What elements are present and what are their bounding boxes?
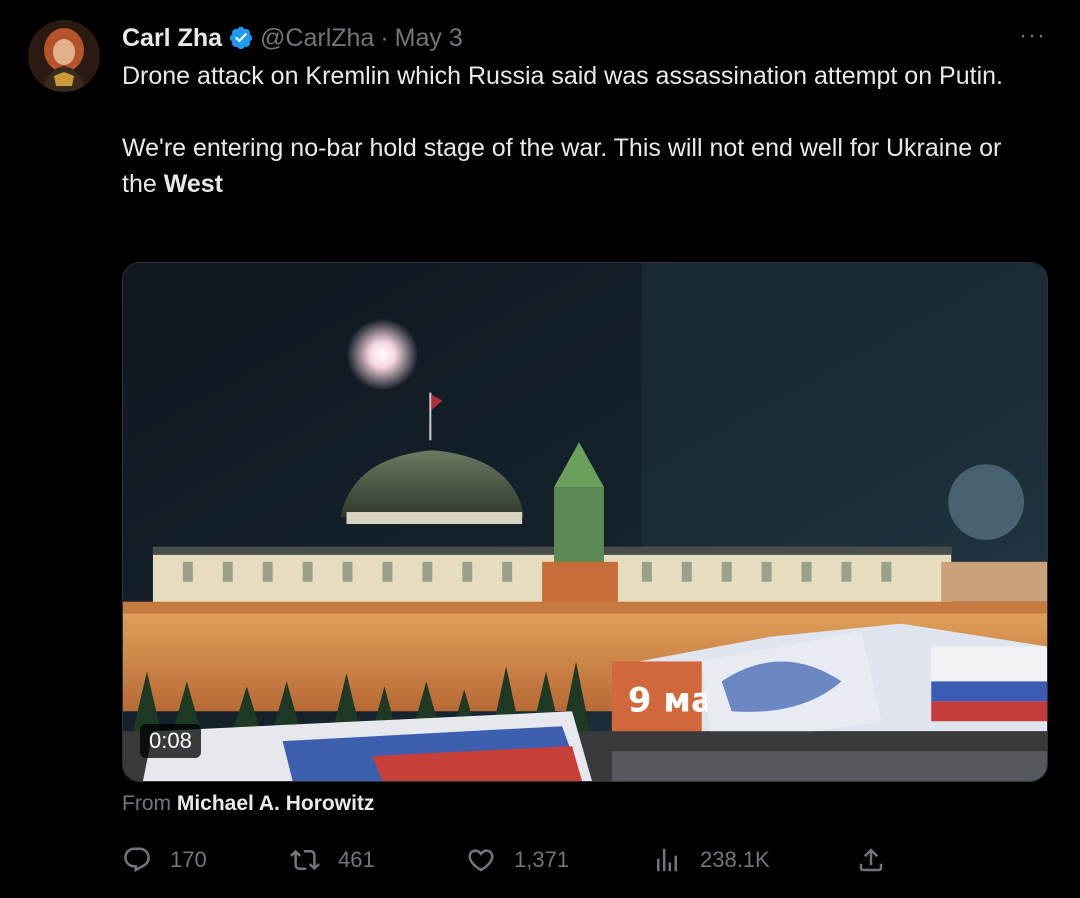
views-icon bbox=[652, 845, 682, 875]
heart-icon bbox=[466, 845, 496, 875]
tweet-date[interactable]: May 3 bbox=[395, 24, 463, 53]
tweet-text-bold-word: West bbox=[163, 170, 223, 198]
like-count: 1,371 bbox=[514, 847, 570, 872]
video-player[interactable]: 9 мая bbox=[122, 262, 1048, 782]
tweet-text: Drone attack on Kremlin which Russia sai… bbox=[122, 58, 1042, 202]
author-display-name[interactable]: Carl Zha bbox=[122, 24, 222, 53]
verified-badge-icon bbox=[228, 25, 254, 51]
tweet-header: Carl Zha @CarlZha · May 3 bbox=[122, 22, 463, 54]
video-thumbnail: 9 мая bbox=[123, 263, 1047, 781]
tweet-text-line-2-prefix: We're entering no-bar hold stage of the … bbox=[122, 134, 1002, 198]
share-button[interactable] bbox=[856, 842, 886, 878]
tweet-text-line-2: We're entering no-bar hold stage of the … bbox=[122, 130, 1042, 202]
media-source-prefix: From bbox=[122, 792, 171, 815]
views-count: 238.1K bbox=[700, 847, 770, 872]
avatar[interactable] bbox=[28, 20, 100, 92]
reply-count: 170 bbox=[170, 847, 207, 872]
reply-icon bbox=[122, 845, 152, 875]
reply-button[interactable]: 170 bbox=[122, 842, 207, 878]
separator-dot: · bbox=[380, 23, 389, 52]
media-source-name[interactable]: Michael A. Horowitz bbox=[177, 792, 375, 815]
views-button[interactable]: 238.1K bbox=[652, 842, 770, 878]
author-handle[interactable]: @CarlZha bbox=[260, 24, 374, 53]
more-icon[interactable]: ··· bbox=[1019, 24, 1046, 48]
retweet-count: 461 bbox=[338, 847, 375, 872]
avatar-image bbox=[28, 20, 100, 92]
like-button[interactable]: 1,371 bbox=[466, 842, 569, 878]
tweet-text-line-1: Drone attack on Kremlin which Russia sai… bbox=[122, 62, 1003, 90]
retweet-button[interactable]: 461 bbox=[290, 842, 375, 878]
tweet-actions: 170 461 1,371 238.1K bbox=[122, 842, 902, 878]
video-duration-badge: 0:08 bbox=[140, 724, 201, 758]
share-icon bbox=[856, 845, 886, 875]
media-source: From Michael A. Horowitz bbox=[122, 792, 374, 816]
retweet-icon bbox=[290, 845, 320, 875]
